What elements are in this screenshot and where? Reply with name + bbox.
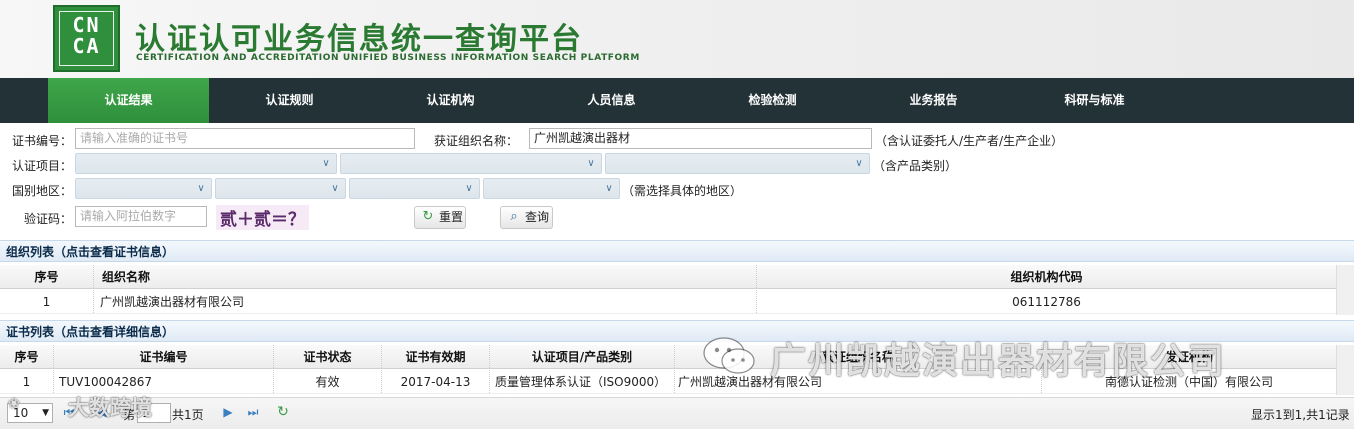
nav-item-cert-rules[interactable]: 认证规则 bbox=[209, 78, 370, 123]
chevron-down-icon: ∨ bbox=[465, 183, 473, 194]
project-select-3[interactable]: ∨ bbox=[605, 153, 870, 174]
table-row[interactable]: 1 广州凯越演出器材有限公司 061112786 bbox=[0, 290, 1336, 314]
page-total: 共1页 bbox=[172, 408, 204, 422]
site-subtitle: CERTIFICATION AND ACCREDITATION UNIFIED … bbox=[136, 53, 640, 63]
nav-item-cert-results[interactable]: 认证结果 bbox=[48, 78, 209, 123]
reset-button[interactable]: ↻ 重置 bbox=[414, 206, 466, 229]
cert-no-cell[interactable]: TUV100042867 bbox=[54, 370, 274, 393]
org-grid-header: 序号 组织名称 组织机构代码 bbox=[0, 265, 1336, 289]
status-cell: 有效 bbox=[274, 370, 382, 393]
wechat-icon bbox=[703, 337, 755, 374]
region-select-3[interactable]: ∨ bbox=[349, 178, 480, 199]
org-hint: （含认证委托人/生产者/生产企业） bbox=[875, 134, 1064, 148]
col-header-cert-no[interactable]: 证书编号 bbox=[54, 345, 274, 368]
search-icon: ⌕ bbox=[510, 209, 518, 224]
next-page-icon[interactable]: ▶ bbox=[221, 405, 235, 419]
col-header-status[interactable]: 证书状态 bbox=[274, 345, 382, 368]
chevron-down-icon: ∨ bbox=[197, 183, 205, 194]
org-code-cell: 061112786 bbox=[1012, 295, 1081, 309]
col-header-no[interactable]: 序号 bbox=[0, 345, 54, 368]
nav-item-personnel[interactable]: 人员信息 bbox=[531, 78, 692, 123]
cert-no-label: 证书编号： bbox=[12, 134, 73, 148]
chevron-down-icon: ∨ bbox=[855, 158, 863, 169]
org-label: 获证组织名称： bbox=[434, 134, 519, 148]
last-page-icon[interactable]: ⏭ bbox=[246, 405, 260, 419]
col-header-valid-until[interactable]: 证书有效期 bbox=[382, 345, 490, 368]
record-summary: 显示1到1,共1记录 bbox=[1251, 408, 1350, 422]
project-cell: 质量管理体系认证（ISO9000） bbox=[490, 370, 675, 393]
cert-grid-scrollbar[interactable] bbox=[1336, 345, 1354, 395]
org-list-header: 组织列表（点击查看证书信息） bbox=[0, 240, 1354, 262]
watermark-left: 大数跨境 bbox=[68, 396, 152, 420]
org-input[interactable]: 广州凯越演出器材 bbox=[529, 128, 872, 149]
query-button[interactable]: ⌕ 查询 bbox=[500, 206, 553, 229]
watermark-left-logo: ❀ bbox=[8, 396, 20, 412]
project-label: 认证项目： bbox=[12, 159, 73, 173]
logo-text: CN CA bbox=[72, 13, 101, 58]
region-select-2[interactable]: ∨ bbox=[215, 178, 346, 199]
region-hint: （需选择具体的地区） bbox=[622, 184, 743, 198]
captcha-label: 验证码： bbox=[24, 212, 73, 226]
org-grid-scrollbar[interactable] bbox=[1336, 265, 1354, 315]
col-header-project[interactable]: 认证项目/产品类别 bbox=[490, 345, 675, 368]
org-name-cell[interactable]: 广州凯越演出器材有限公司 bbox=[94, 290, 757, 313]
refresh-icon: ↻ bbox=[422, 209, 434, 224]
site-header: CN CA 认证认可业务信息统一查询平台 CERTIFICATION AND A… bbox=[0, 0, 1354, 78]
region-label: 国别地区： bbox=[12, 184, 73, 198]
pagination-bar: 10 ▼ ⏮ ◀ 第 1 共1页 ▶ ⏭ ↻ 显示1到1,共1记录 bbox=[0, 397, 1354, 429]
nav-item-research[interactable]: 科研与标准 bbox=[1014, 78, 1175, 123]
nav-item-cert-bodies[interactable]: 认证机构 bbox=[370, 78, 531, 123]
main-nav: 认证结果 认证规则 认证机构 人员信息 检验检测 业务报告 科研与标准 bbox=[0, 78, 1354, 123]
col-header-no[interactable]: 序号 bbox=[0, 265, 94, 288]
chevron-down-icon: ∨ bbox=[605, 183, 613, 194]
refresh-icon[interactable]: ↻ bbox=[276, 405, 290, 419]
captcha-input[interactable]: 请输入阿拉伯数字 bbox=[75, 206, 207, 227]
chevron-down-icon: ∨ bbox=[587, 158, 595, 169]
nav-item-inspection[interactable]: 检验检测 bbox=[692, 78, 853, 123]
chevron-down-icon: ▼ bbox=[42, 408, 49, 418]
search-form: 证书编号： 请输入准确的证书号 获证组织名称： 广州凯越演出器材 （含认证委托人… bbox=[0, 123, 1354, 235]
watermark-right: 广州凯越演出器材有限公司 bbox=[770, 341, 1227, 382]
chevron-down-icon: ∨ bbox=[331, 183, 339, 194]
region-select-1[interactable]: ∨ bbox=[75, 178, 212, 199]
cnca-logo[interactable]: CN CA bbox=[53, 5, 120, 72]
cert-no-input[interactable]: 请输入准确的证书号 bbox=[75, 128, 415, 149]
project-hint: （含产品类别） bbox=[873, 159, 958, 173]
chevron-down-icon: ∨ bbox=[322, 158, 330, 169]
project-select-1[interactable]: ∨ bbox=[75, 153, 337, 174]
row-no: 1 bbox=[0, 370, 54, 393]
nav-item-reports[interactable]: 业务报告 bbox=[853, 78, 1014, 123]
row-no: 1 bbox=[0, 290, 94, 313]
captcha-question: 贰＋贰＝？ bbox=[216, 205, 309, 230]
col-header-org-name[interactable]: 组织名称 bbox=[94, 265, 757, 288]
col-header-org-code[interactable]: 组织机构代码 bbox=[757, 265, 1336, 288]
valid-until-cell: 2017-04-13 bbox=[382, 370, 490, 393]
site-title: 认证认可业务信息统一查询平台 bbox=[135, 22, 583, 57]
region-select-4[interactable]: ∨ bbox=[483, 178, 620, 199]
project-select-2[interactable]: ∨ bbox=[340, 153, 602, 174]
